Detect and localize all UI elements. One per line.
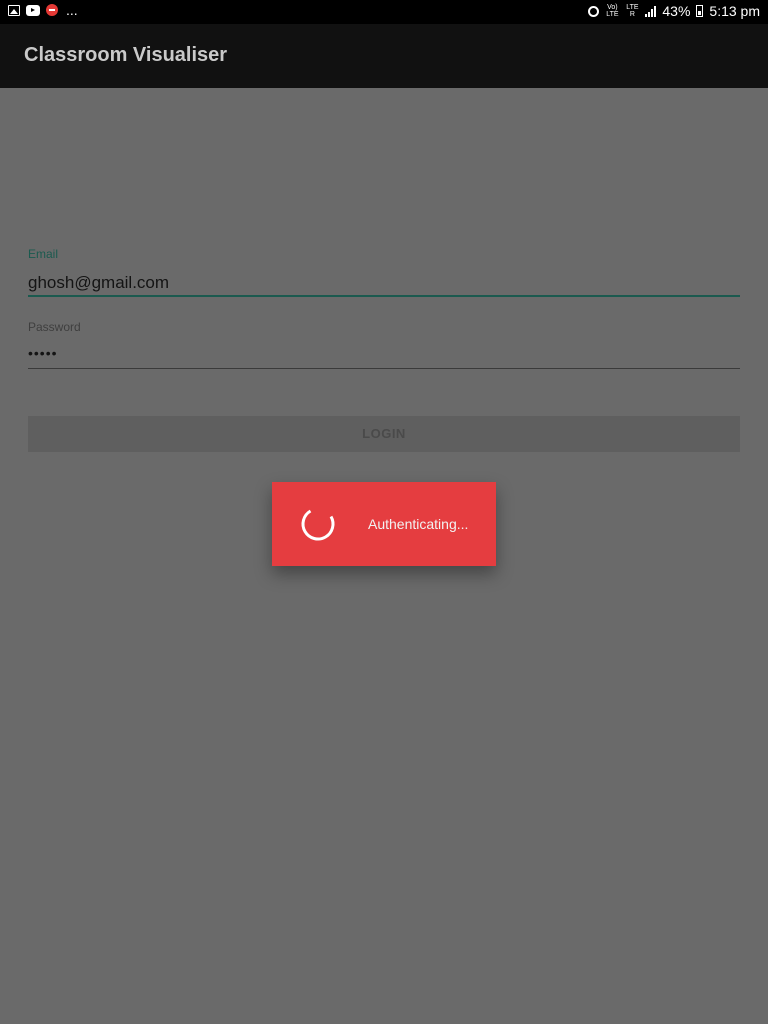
- progress-dialog: Authenticating...: [272, 482, 496, 566]
- battery-icon: [696, 5, 704, 17]
- status-bar-right: Vo) LTE LTE R 43% 5:13 pm: [588, 3, 760, 19]
- password-label: Password: [28, 320, 81, 334]
- battery-percent: 43%: [662, 3, 691, 19]
- red-app-icon: [46, 4, 58, 16]
- alarm-icon: [588, 5, 600, 17]
- app-title: Classroom Visualiser: [24, 44, 228, 66]
- famous-logo: [314, 140, 455, 212]
- signal-icon: [645, 5, 657, 17]
- loading-spinner-icon: [301, 509, 335, 541]
- login-button[interactable]: LOGIN: [28, 416, 740, 452]
- status-bar: ... Vo) LTE LTE R 43% 5:13 pm: [0, 0, 768, 24]
- dialog-message: Authenticating...: [368, 516, 469, 532]
- email-underline: [28, 295, 740, 297]
- email-label: Email: [28, 247, 59, 261]
- password-underline: [28, 368, 740, 369]
- volte-indicator: Vo) LTE: [606, 4, 619, 18]
- gallery-icon: [8, 4, 20, 16]
- password-field[interactable]: •••••: [28, 345, 58, 361]
- app-bar: Classroom Visualiser: [0, 24, 768, 88]
- clock: 5:13 pm: [709, 3, 760, 19]
- lte-indicator: LTE R: [626, 4, 639, 18]
- more-notifications-text: ...: [66, 2, 78, 18]
- email-field[interactable]: ghosh@gmail.com: [28, 273, 169, 293]
- youtube-icon: [26, 4, 40, 16]
- status-bar-left: ...: [8, 2, 78, 18]
